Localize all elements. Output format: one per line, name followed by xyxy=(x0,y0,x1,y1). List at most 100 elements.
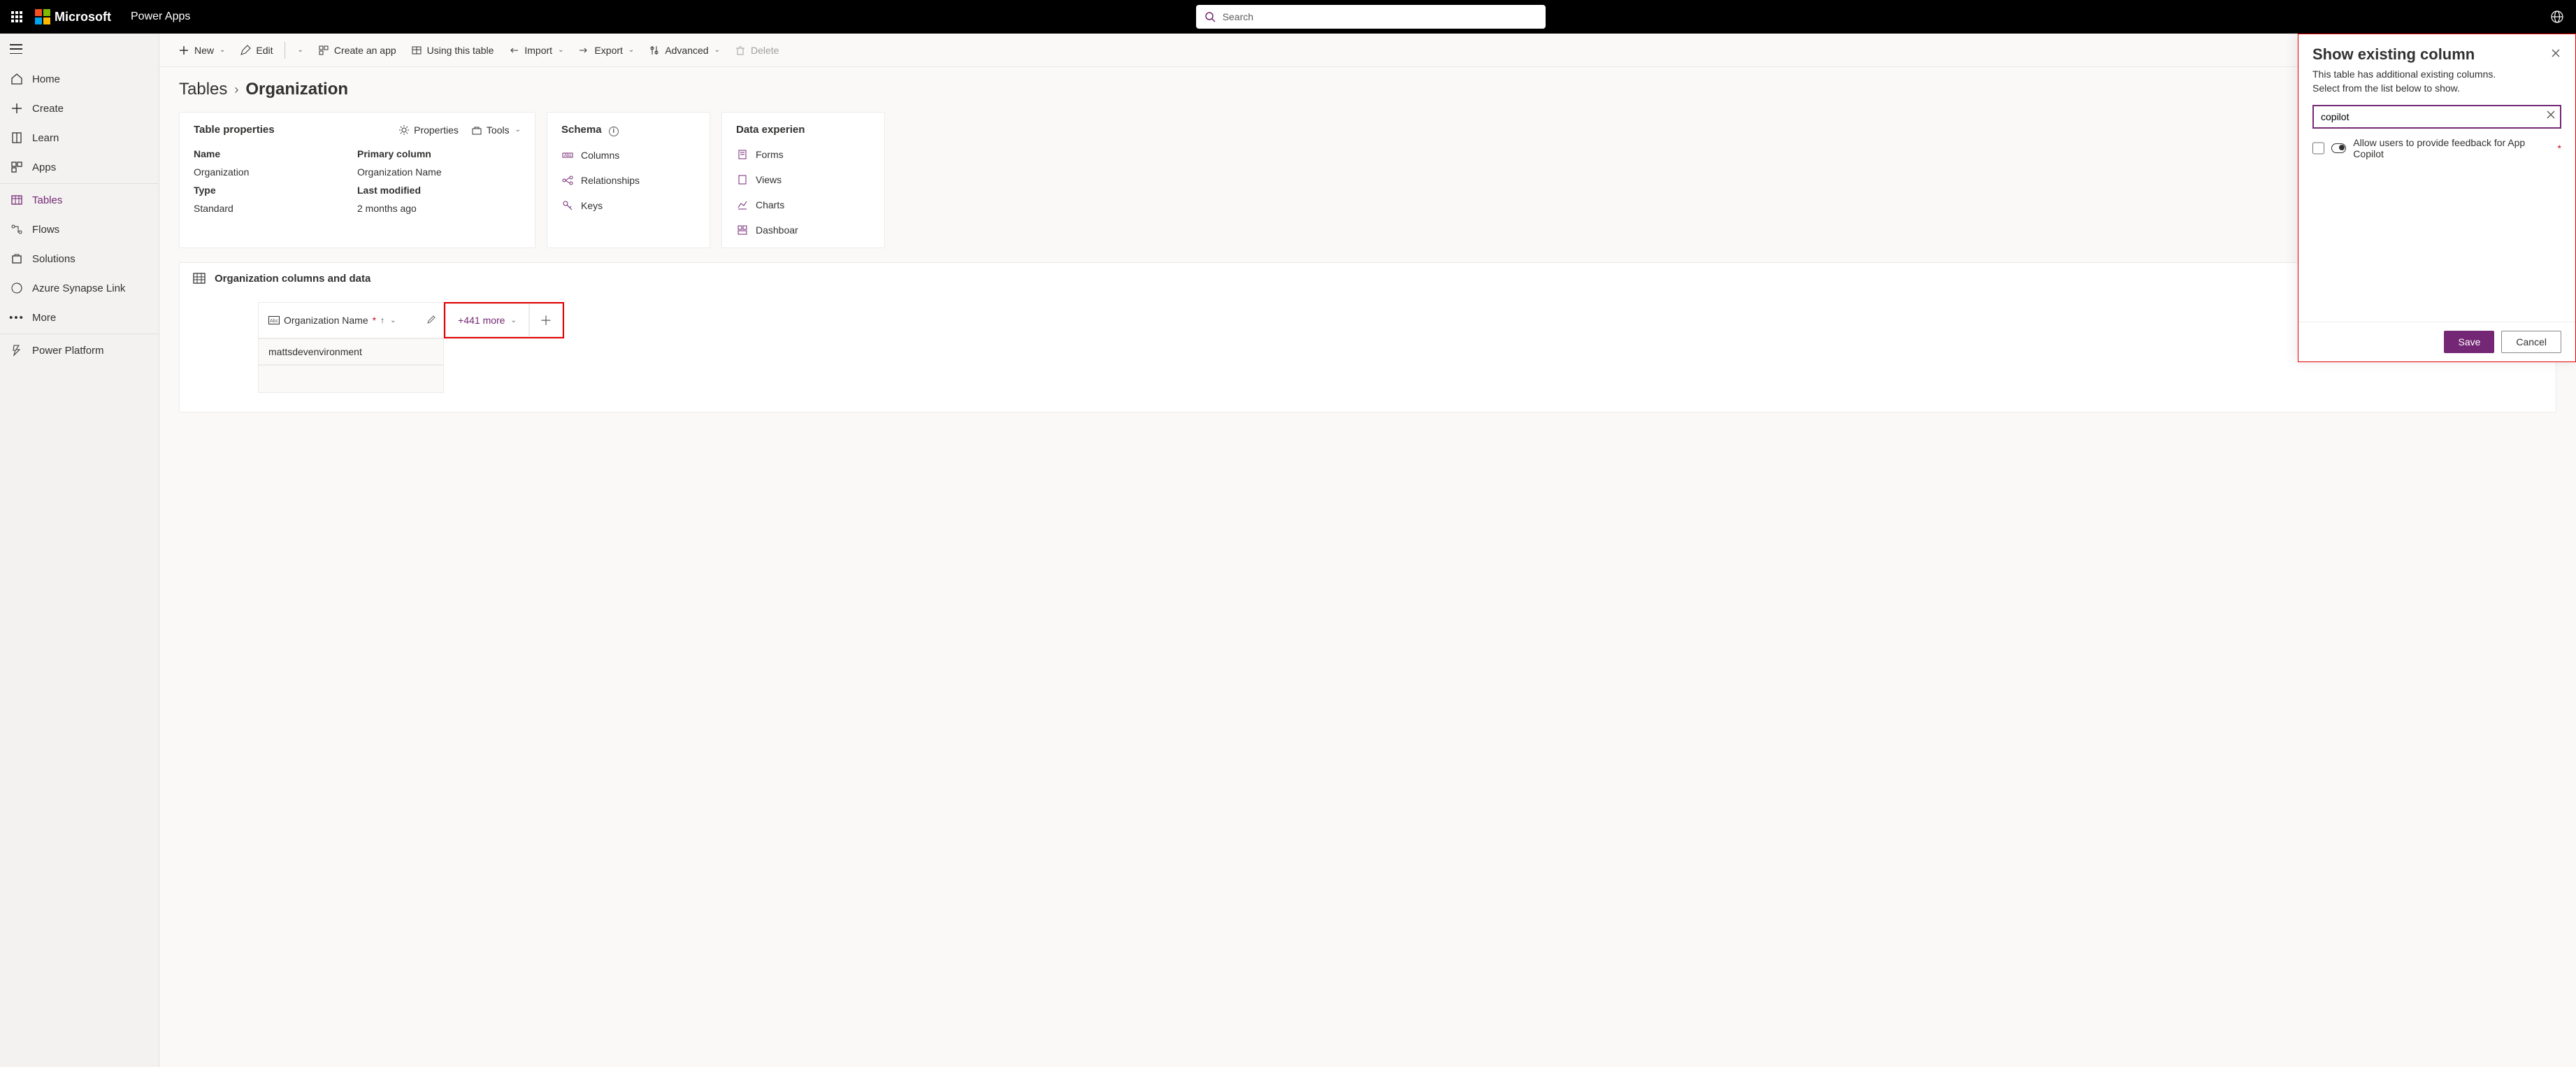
de-views[interactable]: Views xyxy=(736,173,870,186)
column-result-item[interactable]: Allow users to provide feedback for App … xyxy=(2312,137,2561,159)
schema-keys[interactable]: Keys xyxy=(561,199,696,212)
cmd-edit[interactable]: Edit xyxy=(233,40,278,61)
breadcrumb-root[interactable]: Tables xyxy=(179,80,227,99)
app-icon xyxy=(317,44,330,57)
nav-apps[interactable]: Apps xyxy=(0,152,159,182)
empty-data-cell[interactable] xyxy=(258,365,444,393)
nav-solutions[interactable]: Solutions xyxy=(0,244,159,273)
de-charts[interactable]: Charts xyxy=(736,199,870,211)
chevron-down-icon: ⌄ xyxy=(515,126,521,134)
microsoft-logo: Microsoft xyxy=(35,9,111,24)
chevron-down-icon: ⌄ xyxy=(628,46,634,54)
chevron-right-icon: › xyxy=(234,83,238,97)
globe-icon[interactable] xyxy=(2551,10,2563,23)
card-title: Schema i xyxy=(561,124,619,136)
global-search-wrap: Search xyxy=(190,5,2551,29)
nav-flows[interactable]: Flows xyxy=(0,215,159,244)
panel-subtitle-2: Select from the list below to show. xyxy=(2312,82,2561,96)
column-result-label: Allow users to provide feedback for App … xyxy=(2353,137,2549,159)
close-icon xyxy=(2550,48,2561,59)
app-launcher-button[interactable] xyxy=(6,6,28,28)
sliders-icon xyxy=(648,44,661,57)
cmd-create-app[interactable]: Create an app xyxy=(312,40,402,61)
sort-asc-icon: ↑ xyxy=(380,315,384,325)
panel-search-input[interactable] xyxy=(2312,105,2561,129)
microsoft-logo-icon xyxy=(35,9,50,24)
chevron-down-icon: ⌄ xyxy=(298,46,303,54)
cmd-new[interactable]: New ⌄ xyxy=(172,40,231,61)
data-cell[interactable]: mattsdevenvironment xyxy=(258,338,444,365)
column-checkbox[interactable] xyxy=(2312,142,2324,155)
chevron-down-icon: ⌄ xyxy=(390,317,396,324)
properties-action[interactable]: Properties xyxy=(398,124,459,136)
table-icon xyxy=(10,193,24,207)
pencil-icon xyxy=(239,44,252,57)
cmd-import[interactable]: Import ⌄ xyxy=(502,40,569,61)
cmd-export[interactable]: Export ⌄ xyxy=(572,40,640,61)
required-asterisk: * xyxy=(2558,143,2561,154)
close-button[interactable] xyxy=(2550,48,2561,62)
cmd-advanced[interactable]: Advanced ⌄ xyxy=(642,40,726,61)
power-platform-icon xyxy=(10,343,24,357)
pencil-icon[interactable] xyxy=(426,315,436,327)
synapse-icon xyxy=(10,281,24,295)
gear-icon xyxy=(398,124,410,136)
waffle-icon xyxy=(11,11,22,22)
chart-icon xyxy=(736,199,749,211)
column-header-organization-name[interactable]: Abc Organization Name* ↑ ⌄ xyxy=(258,302,444,338)
apps-icon xyxy=(10,160,24,174)
panel-subtitle-1: This table has additional existing colum… xyxy=(2312,68,2561,82)
panel-search-wrap xyxy=(2312,105,2561,129)
cmd-label: Import xyxy=(524,45,552,56)
clear-search-button[interactable] xyxy=(2546,110,2556,122)
table-icon xyxy=(192,271,206,285)
cmd-edit-dropdown[interactable]: ⌄ xyxy=(291,42,309,58)
add-column-button[interactable]: ＋ xyxy=(529,303,563,337)
prop-modified-value: 2 months ago xyxy=(357,203,521,214)
chevron-down-icon: ⌄ xyxy=(714,46,720,54)
data-experiences-card: Data experien Forms Views xyxy=(721,112,885,248)
de-forms[interactable]: Forms xyxy=(736,148,870,161)
search-placeholder: Search xyxy=(1223,11,1253,22)
topbar-right xyxy=(2551,10,2570,23)
prop-name-value: Organization xyxy=(194,166,357,178)
panel-title: Show existing column xyxy=(2312,45,2475,64)
nav-label: Tables xyxy=(32,194,62,206)
nav-tables[interactable]: Tables xyxy=(0,185,159,215)
prop-type-value: Standard xyxy=(194,203,357,214)
nav-more[interactable]: ••• More xyxy=(0,303,159,332)
tools-action[interactable]: Tools ⌄ xyxy=(471,124,521,136)
trash-icon xyxy=(734,44,747,57)
highlighted-more-columns: +441 more ⌄ ＋ xyxy=(444,302,564,338)
shell: Home Create Learn Apps Tables Flows Solu… xyxy=(0,34,2576,1067)
info-icon[interactable]: i xyxy=(609,127,619,136)
nav-learn[interactable]: Learn xyxy=(0,123,159,152)
left-nav: Home Create Learn Apps Tables Flows Solu… xyxy=(0,34,159,1067)
key-icon xyxy=(561,199,574,212)
cmd-label: Advanced xyxy=(665,45,708,56)
nav-collapse-button[interactable] xyxy=(0,34,159,64)
command-bar: New ⌄ Edit ⌄ Create an app Using this ta… xyxy=(159,34,2576,67)
nav-label: Solutions xyxy=(32,253,75,265)
cmd-label: Export xyxy=(594,45,622,56)
nav-home[interactable]: Home xyxy=(0,64,159,94)
import-icon xyxy=(508,44,520,57)
svg-text:Abc: Abc xyxy=(564,154,571,158)
schema-relationships[interactable]: Relationships xyxy=(561,174,696,187)
show-more-columns[interactable]: +441 more ⌄ xyxy=(445,303,529,337)
global-search[interactable]: Search xyxy=(1196,5,1546,29)
de-dashboards[interactable]: Dashboar xyxy=(736,224,870,236)
cards-row: Table properties Properties Tools ⌄ xyxy=(179,112,2556,248)
form-icon xyxy=(736,148,749,161)
schema-columns[interactable]: Abc Columns xyxy=(561,149,696,162)
cmd-delete[interactable]: Delete xyxy=(728,40,784,61)
nav-synapse[interactable]: Azure Synapse Link xyxy=(0,273,159,303)
save-button[interactable]: Save xyxy=(2444,331,2494,353)
cmd-using-table[interactable]: Using this table xyxy=(405,40,500,61)
cancel-button[interactable]: Cancel xyxy=(2501,331,2561,353)
nav-create[interactable]: Create xyxy=(0,94,159,123)
cmd-label: Using this table xyxy=(427,45,494,56)
book-icon xyxy=(10,131,24,145)
cmd-label: New xyxy=(194,45,214,56)
nav-powerplatform[interactable]: Power Platform xyxy=(0,336,159,365)
